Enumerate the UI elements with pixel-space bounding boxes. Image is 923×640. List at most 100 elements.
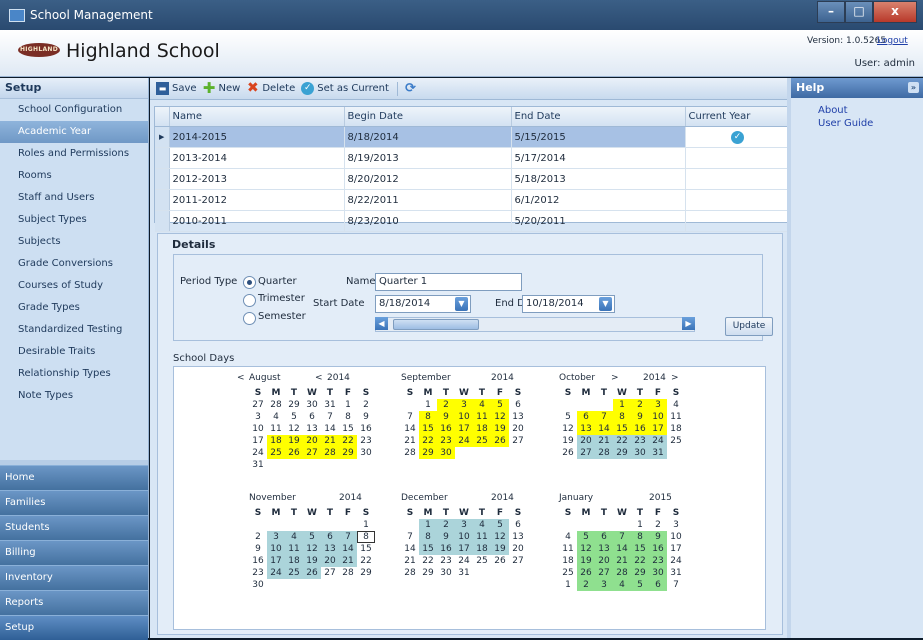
prev-year-icon[interactable]: <: [315, 373, 323, 383]
calendar-day[interactable]: 24: [455, 555, 473, 567]
save-button[interactable]: ▬ Save: [156, 82, 197, 95]
calendar-day[interactable]: 14: [401, 423, 419, 435]
cell-current[interactable]: [685, 189, 789, 211]
cell-end[interactable]: 5/15/2015: [511, 126, 686, 148]
calendar-day[interactable]: 14: [595, 423, 613, 435]
calendar-day[interactable]: 8: [631, 531, 649, 543]
trimester-radio[interactable]: [243, 294, 256, 307]
collapse-icon[interactable]: »: [908, 82, 919, 93]
calendar-day[interactable]: 29: [419, 447, 437, 459]
calendar-day[interactable]: 22: [613, 435, 631, 447]
cell-name[interactable]: 2012-2013: [169, 168, 345, 190]
header-current-year[interactable]: Current Year: [685, 107, 789, 127]
cell-current[interactable]: [685, 210, 789, 232]
user-guide-link[interactable]: User Guide: [818, 117, 923, 130]
calendar-day[interactable]: 3: [667, 519, 685, 531]
calendar-day[interactable]: 27: [577, 447, 595, 459]
nav-item-subject-types[interactable]: Subject Types: [0, 209, 148, 231]
calendar-day[interactable]: 27: [303, 447, 321, 459]
table-row[interactable]: 2012-2013 8/20/2012 5/18/2013: [155, 168, 789, 190]
calendar-day[interactable]: 1: [631, 519, 649, 531]
calendar-day[interactable]: 14: [321, 423, 339, 435]
start-date-dropdown-icon[interactable]: ▼: [455, 297, 468, 311]
calendar-day[interactable]: 29: [613, 447, 631, 459]
calendar-day[interactable]: 6: [321, 531, 339, 543]
calendar-day[interactable]: 26: [285, 447, 303, 459]
calendar-day[interactable]: 15: [419, 543, 437, 555]
calendar-day[interactable]: 4: [559, 531, 577, 543]
calendar-day[interactable]: 18: [267, 435, 285, 447]
calendar-day[interactable]: 4: [473, 399, 491, 411]
new-button[interactable]: ✚ New: [203, 81, 241, 96]
calendar-day[interactable]: 3: [455, 399, 473, 411]
horizontal-scrollbar[interactable]: ◀ ▶: [375, 317, 695, 332]
calendar-day[interactable]: 26: [559, 447, 577, 459]
calendar-day[interactable]: 21: [613, 555, 631, 567]
cell-begin[interactable]: 8/18/2014: [344, 126, 512, 148]
calendar-day[interactable]: 11: [473, 531, 491, 543]
calendar-day[interactable]: 19: [491, 423, 509, 435]
close-button[interactable]: x: [873, 1, 917, 23]
cell-begin[interactable]: 8/23/2010: [344, 210, 512, 232]
calendar-day[interactable]: 24: [649, 435, 667, 447]
cell-name[interactable]: 2014-2015: [169, 126, 345, 148]
nav-item-grade-types[interactable]: Grade Types: [0, 297, 148, 319]
calendar-day[interactable]: 5: [491, 399, 509, 411]
delete-button[interactable]: ✖ Delete: [246, 81, 295, 95]
calendar-day[interactable]: 9: [631, 411, 649, 423]
calendar-day[interactable]: 3: [455, 519, 473, 531]
calendar-day[interactable]: 30: [249, 579, 267, 591]
nav-item-roles-permissions[interactable]: Roles and Permissions: [0, 143, 148, 165]
cell-end[interactable]: 5/17/2014: [511, 147, 686, 169]
calendar-day[interactable]: 14: [401, 543, 419, 555]
calendar-day[interactable]: 6: [509, 399, 527, 411]
calendar-day[interactable]: 1: [419, 399, 437, 411]
calendar-day[interactable]: 4: [473, 519, 491, 531]
calendar-day[interactable]: 20: [509, 543, 527, 555]
calendar-day[interactable]: 12: [491, 531, 509, 543]
cell-end[interactable]: 5/20/2011: [511, 210, 686, 232]
calendar-day[interactable]: 18: [473, 423, 491, 435]
calendar-day[interactable]: 7: [595, 411, 613, 423]
calendar-day[interactable]: 15: [631, 543, 649, 555]
calendar-day[interactable]: 12: [303, 543, 321, 555]
calendar-day[interactable]: 2: [577, 579, 595, 591]
calendar-day[interactable]: 18: [285, 555, 303, 567]
calendar-day[interactable]: 26: [577, 567, 595, 579]
semester-label[interactable]: Semester: [258, 311, 306, 322]
calendar-day[interactable]: 22: [339, 435, 357, 447]
calendar-day[interactable]: 28: [267, 399, 285, 411]
cell-current[interactable]: [685, 168, 789, 190]
calendar-day[interactable]: 29: [339, 447, 357, 459]
calendar-day[interactable]: 30: [649, 567, 667, 579]
cell-name[interactable]: 2011-2012: [169, 189, 345, 211]
calendar-day[interactable]: 23: [437, 435, 455, 447]
calendar-day[interactable]: 30: [357, 447, 375, 459]
calendar-day[interactable]: 14: [339, 543, 357, 555]
cell-current[interactable]: [685, 147, 789, 169]
calendar-day[interactable]: 7: [613, 531, 631, 543]
calendar-day[interactable]: 25: [667, 435, 685, 447]
calendar-day[interactable]: 13: [303, 423, 321, 435]
calendar-day[interactable]: 24: [267, 567, 285, 579]
nav-item-grade-conversions[interactable]: Grade Conversions: [0, 253, 148, 275]
nav-item-subjects[interactable]: Subjects: [0, 231, 148, 253]
calendar-day[interactable]: 9: [437, 531, 455, 543]
calendar-day[interactable]: 31: [649, 447, 667, 459]
calendar-day[interactable]: 27: [509, 435, 527, 447]
calendar-day[interactable]: 18: [473, 543, 491, 555]
calendar-day[interactable]: 17: [249, 435, 267, 447]
calendar-day[interactable]: 4: [285, 531, 303, 543]
calendar-day[interactable]: 30: [437, 447, 455, 459]
calendar-day[interactable]: 2: [437, 519, 455, 531]
calendar-day[interactable]: 15: [613, 423, 631, 435]
calendar-day[interactable]: 23: [631, 435, 649, 447]
calendar-day[interactable]: 29: [357, 567, 375, 579]
calendar-day[interactable]: 23: [249, 567, 267, 579]
calendar-day[interactable]: 22: [419, 435, 437, 447]
group-billing[interactable]: Billing: [0, 540, 148, 565]
calendar-day[interactable]: 28: [339, 567, 357, 579]
calendar-day[interactable]: 8: [419, 531, 437, 543]
calendar-day[interactable]: 27: [509, 555, 527, 567]
calendar-day[interactable]: 3: [649, 399, 667, 411]
